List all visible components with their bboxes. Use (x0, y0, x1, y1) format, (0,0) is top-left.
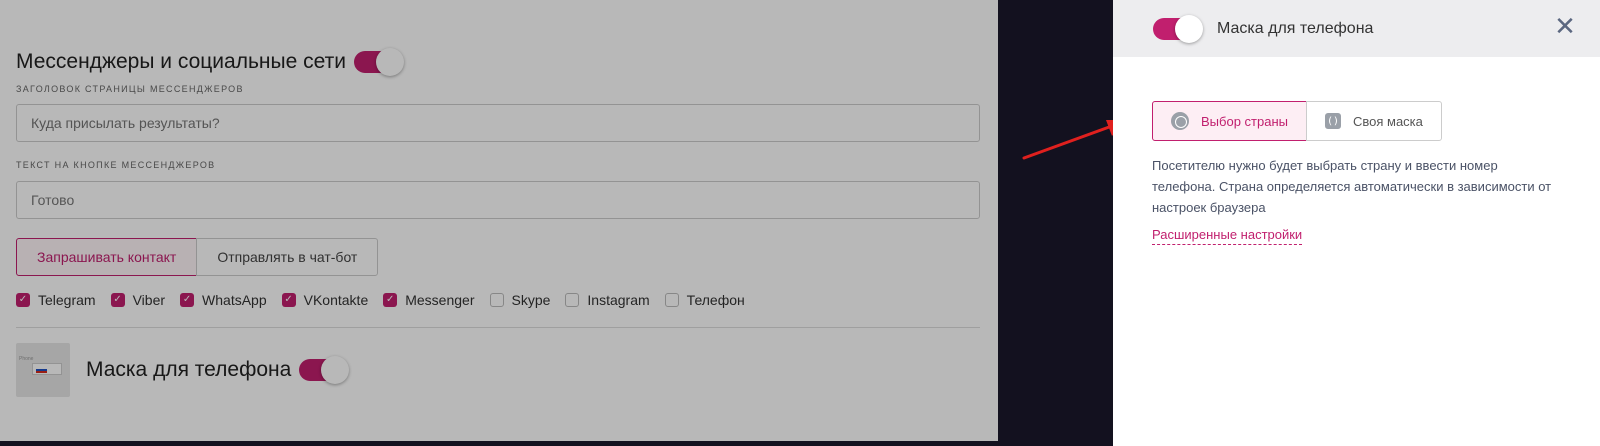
phone-mask-row: Маска для телефона (86, 356, 350, 384)
phone-mask-settings-panel: Маска для телефона ✕ Выбор страны () Сво… (1113, 0, 1600, 446)
messenger-label: Viber (132, 292, 166, 308)
mask-type-selector: Выбор страны () Своя маска (1152, 101, 1442, 141)
phone-mask-label: Маска для телефона (86, 358, 292, 381)
messengers-toggle[interactable] (353, 48, 404, 76)
messenger-checkbox-whatsapp[interactable]: ✓ WhatsApp (180, 292, 267, 308)
messenger-label: Телефон (686, 292, 745, 308)
checkmark-icon[interactable]: ✓ (180, 293, 195, 307)
checkmark-icon[interactable]: ✓ (383, 293, 398, 307)
toggle-knob (1175, 14, 1203, 43)
close-icon[interactable]: ✕ (1552, 14, 1578, 40)
messenger-checkbox-vkontakte[interactable]: ✓ VKontakte (281, 292, 369, 308)
messenger-label: VKontakte (303, 292, 369, 308)
checkbox-empty-icon[interactable] (489, 293, 504, 307)
checkbox-empty-icon[interactable] (565, 293, 580, 307)
globe-icon (1171, 112, 1189, 130)
thumbnail-caption: Phone (19, 356, 34, 362)
send-to-chatbot-button[interactable]: Отправлять в чат-бот (196, 238, 379, 276)
custom-mask-label: Своя маска (1352, 113, 1423, 129)
phone-mask-thumbnail: Phone (16, 343, 70, 397)
messenger-label: Skype (511, 292, 551, 308)
arrow-shaft (1022, 124, 1114, 160)
custom-mask-button[interactable]: () Своя маска (1305, 101, 1442, 141)
messenger-checkbox-list: ✓ Telegram ✓ Viber ✓ WhatsApp ✓ VKontakte ✓ Messe… (16, 292, 760, 308)
mask-description: Посетителю нужно будет выбрать страну и … (1152, 158, 1552, 215)
header-field-label: ЗАГОЛОВОК СТРАНИЦЫ МЕССЕНДЖЕРОВ (16, 84, 244, 94)
button-text-field-label: ТЕКСТ НА КНОПКЕ МЕССЕНДЖЕРОВ (16, 160, 216, 170)
country-select-button[interactable]: Выбор страны (1152, 101, 1307, 141)
messenger-checkbox-messenger[interactable]: ✓ Messenger (383, 292, 475, 308)
button-text-input[interactable] (16, 181, 980, 219)
messenger-checkbox-телефон[interactable]: Телефон (664, 292, 745, 308)
checkmark-icon[interactable]: ✓ (281, 293, 296, 307)
messengers-settings-panel: Мессенджеры и социальные сети ЗАГОЛОВОК … (0, 0, 998, 441)
messenger-checkbox-instagram[interactable]: Instagram (565, 292, 650, 308)
phone-mask-panel-toggle[interactable] (1153, 14, 1203, 43)
thumbnail-phone-input (32, 363, 62, 375)
messenger-label: Instagram (587, 292, 650, 308)
panel-header: Маска для телефона ✕ (1113, 0, 1600, 57)
advanced-settings-link[interactable]: Расширенные настройки (1152, 226, 1303, 245)
country-select-label: Выбор страны (1201, 113, 1288, 129)
toggle-knob (321, 356, 350, 384)
messenger-label: Telegram (38, 292, 96, 308)
bracket-icon: () (1324, 113, 1341, 129)
messengers-section-title-text: Мессенджеры и социальные сети (16, 50, 346, 73)
contact-mode-selector: Запрашивать контакт Отправлять в чат-бот (16, 238, 379, 276)
russia-flag-icon (36, 367, 47, 373)
section-divider (16, 327, 980, 328)
messenger-label: Messenger (405, 292, 475, 308)
phone-mask-toggle[interactable] (299, 356, 350, 384)
checkmark-icon[interactable]: ✓ (110, 293, 125, 307)
request-contact-button[interactable]: Запрашивать контакт (16, 238, 198, 276)
checkbox-empty-icon[interactable] (664, 293, 679, 307)
messenger-label: WhatsApp (202, 292, 267, 308)
panel-title: Маска для телефона (1217, 19, 1374, 37)
toggle-knob (375, 48, 404, 76)
messengers-section-title: Мессенджеры и социальные сети (16, 48, 404, 76)
checkmark-icon[interactable]: ✓ (16, 293, 30, 307)
messenger-checkbox-skype[interactable]: Skype (489, 292, 551, 308)
messenger-checkbox-telegram[interactable]: ✓ Telegram (16, 292, 96, 308)
messenger-checkbox-viber[interactable]: ✓ Viber (110, 292, 166, 308)
messengers-header-input[interactable] (16, 104, 980, 142)
